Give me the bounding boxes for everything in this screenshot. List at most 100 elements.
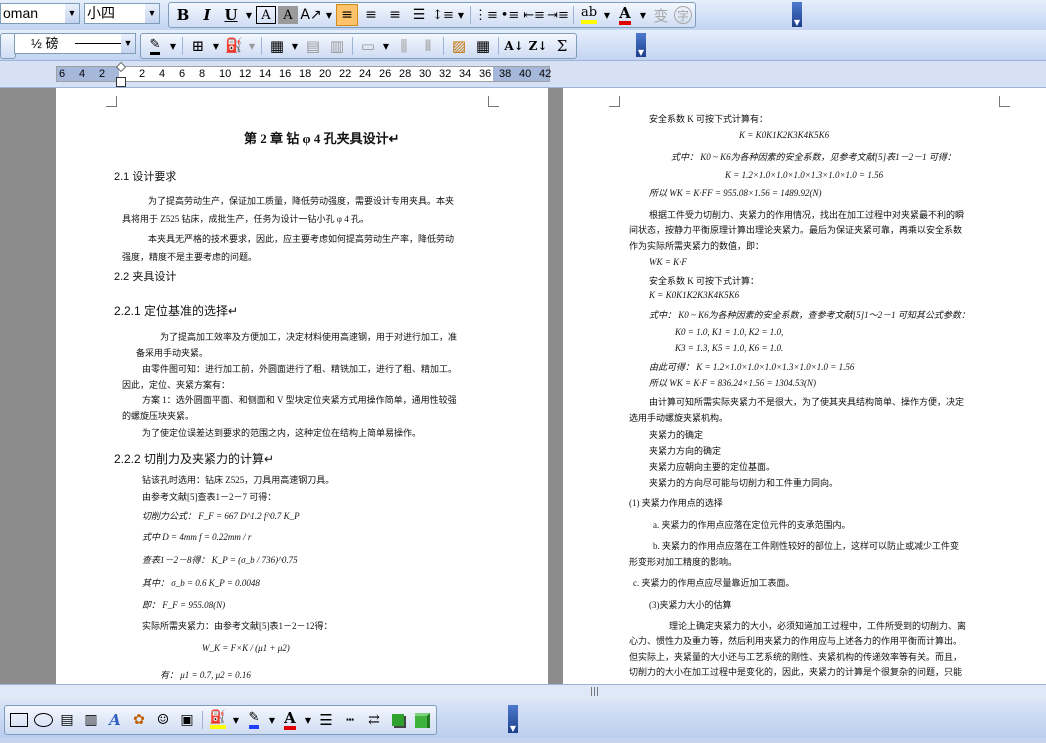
shading-color-button[interactable]: ⛽: [223, 35, 245, 57]
distribute-rows-icon: ⫼: [400, 37, 408, 55]
ruler-tick-label: 28: [399, 68, 412, 80]
chevron-down-icon[interactable]: ▼: [290, 42, 300, 51]
paragraph-line: 夹紧力的方向尽可能与切削力和工件重力同向。: [649, 478, 839, 488]
decrease-indent-icon: ⇤≡: [523, 7, 545, 23]
italic-button[interactable]: I: [196, 4, 218, 26]
align-justify-icon: ≡: [341, 7, 353, 23]
diagram-button[interactable]: ✿: [128, 709, 150, 731]
table-properties-button[interactable]: ▦: [472, 35, 494, 57]
distribute-columns-button[interactable]: ⫴: [417, 35, 439, 57]
rectangle-button[interactable]: [8, 709, 30, 731]
phonetic-guide-button[interactable]: 变: [650, 4, 672, 26]
enclose-char-button[interactable]: 字: [674, 6, 692, 24]
formula-line: 即： F_F = 955.08(N): [142, 600, 226, 610]
table-autoformat-button[interactable]: ▨: [448, 35, 470, 57]
page-left[interactable]: 第 2 章 钻 φ 4 孔夹具设计↵ 2.1 设计要求 为了提高劳动生产，保证加…: [56, 88, 548, 684]
paint-bucket-icon: ⛽: [225, 38, 243, 54]
paragraph-line: 切削力的大小在加工过程中是变化的，因此，夹紧力的计算是个很复杂的问题，只能: [629, 667, 963, 677]
horizontal-scrollbar[interactable]: |||: [0, 684, 1046, 700]
textbox-icon: ▤: [60, 712, 74, 728]
draw-font-color-button[interactable]: A: [279, 709, 301, 731]
clipart-button[interactable]: ☺: [152, 709, 174, 731]
chevron-down-icon[interactable]: ▼: [211, 42, 221, 51]
oval-button[interactable]: [32, 709, 54, 731]
chevron-down-icon[interactable]: ▼: [244, 11, 254, 20]
scroll-grip-icon[interactable]: |||: [590, 687, 599, 697]
borders-button[interactable]: ⊞: [187, 35, 209, 57]
vertical-textbox-button[interactable]: ▥: [80, 709, 102, 731]
bullets-button[interactable]: •≡: [499, 4, 521, 26]
line-weight-combo[interactable]: ½ 磅 ▼: [14, 33, 136, 54]
font-color-button[interactable]: A: [614, 4, 636, 26]
font-size-combo[interactable]: 小四 ▼: [84, 3, 160, 24]
autosum-button[interactable]: Σ: [551, 35, 573, 57]
highlight-button[interactable]: ab: [578, 4, 600, 26]
increase-indent-button[interactable]: ⇥≡: [547, 4, 569, 26]
formula-line: 由此可得： K = 1.2×1.0×1.0×1.0×1.3×1.0×1.0 = …: [649, 362, 855, 372]
chevron-down-icon[interactable]: ▼: [231, 716, 241, 725]
separator: [470, 6, 471, 24]
line-spacing-button[interactable]: ↕≡: [432, 4, 454, 26]
shadow-button[interactable]: [387, 709, 409, 731]
fill-color-button[interactable]: ⛽: [207, 709, 229, 731]
insert-table-button[interactable]: ▦: [266, 35, 288, 57]
paragraph-line: 由计算可知所需实际夹紧力不是很大，为了使其夹具结构简单、操作方便，决定: [649, 397, 965, 407]
sort-ascending-button[interactable]: A↓: [503, 35, 525, 57]
dash-style-button[interactable]: ┅: [339, 709, 361, 731]
left-indent-icon[interactable]: [116, 77, 126, 87]
char-border-button[interactable]: A: [256, 6, 276, 24]
picture-button[interactable]: ▣: [176, 709, 198, 731]
chevron-down-icon[interactable]: ▼: [145, 4, 159, 23]
line-color-button[interactable]: ✎: [243, 709, 265, 731]
chevron-down-icon[interactable]: ▼: [324, 11, 334, 20]
align-center-button[interactable]: ≡: [360, 4, 382, 26]
3d-button[interactable]: [411, 709, 433, 731]
chevron-down-icon[interactable]: ▼: [456, 11, 466, 20]
chevron-down-icon[interactable]: ▼: [65, 4, 79, 23]
chevron-down-icon[interactable]: ▼: [121, 34, 135, 53]
cube-icon: [414, 712, 430, 728]
border-color-button[interactable]: ✎: [144, 35, 166, 57]
crop-mark: [609, 96, 620, 107]
sort-descending-button[interactable]: Z↓: [527, 35, 549, 57]
chevron-down-icon[interactable]: ▼: [267, 716, 277, 725]
font-name-combo[interactable]: oman ▼: [0, 3, 80, 24]
ruler-tick-label: 34: [459, 68, 472, 80]
toolbar-options-icon[interactable]: ▼: [508, 705, 518, 733]
distribute-rows-button[interactable]: ⫼: [393, 35, 415, 57]
separator: [182, 37, 183, 55]
page-right[interactable]: 安全系数 K 可按下式计算有： K = K0K1K2K3K4K5K6 式中： K…: [563, 88, 1046, 684]
chevron-down-icon[interactable]: ▼: [638, 11, 648, 20]
distribute-button[interactable]: ☰: [408, 4, 430, 26]
numbering-button[interactable]: ⋮≡: [474, 4, 498, 26]
paragraph-line: 本夹具无严格的技术要求，因此，应主要考虑如何提高劳动生产率，降低劳动: [148, 234, 455, 244]
paragraph-line: 夹紧力方向的确定: [649, 446, 722, 456]
cell-align-button[interactable]: ▭: [357, 35, 379, 57]
dash-style-icon: ┅: [346, 712, 354, 728]
toolbar-options-icon[interactable]: ▼: [636, 33, 646, 57]
chevron-down-icon[interactable]: ▼: [247, 42, 257, 51]
split-cells-button[interactable]: ▥: [326, 35, 348, 57]
textbox-button[interactable]: ▤: [56, 709, 78, 731]
horizontal-ruler[interactable]: 6 4 2 2 4 6 8 10 12 14 16 18 20 22 24 26 28 30 32 34 36 38 40 4…: [56, 66, 551, 82]
line-style-button[interactable]: ☰: [315, 709, 337, 731]
decrease-indent-button[interactable]: ⇤≡: [523, 4, 545, 26]
align-justify-button[interactable]: ≡: [336, 4, 358, 26]
paragraph-line: 由参考文献[5]查表1－2－7 可得：: [142, 492, 277, 502]
line-style-icon: ☰: [319, 711, 333, 729]
text-effect-button[interactable]: A↗: [300, 4, 322, 26]
formula-line: 查表1－2－8得： K_P = (σ_b / 736)^0.75: [142, 555, 298, 565]
bold-button[interactable]: B: [172, 4, 194, 26]
chevron-down-icon[interactable]: ▼: [168, 42, 178, 51]
align-right-button[interactable]: ≡: [384, 4, 406, 26]
chevron-down-icon[interactable]: ▼: [602, 11, 612, 20]
document-area[interactable]: 第 2 章 钻 φ 4 孔夹具设计↵ 2.1 设计要求 为了提高劳动生产，保证加…: [0, 88, 1046, 684]
chevron-down-icon[interactable]: ▼: [381, 42, 391, 51]
underline-button[interactable]: U: [220, 4, 242, 26]
chevron-down-icon[interactable]: ▼: [303, 716, 313, 725]
toolbar-options-icon[interactable]: ▼: [792, 2, 802, 27]
char-shading-button[interactable]: A: [278, 6, 298, 24]
arrow-style-button[interactable]: ⇄: [363, 709, 385, 731]
merge-cells-button[interactable]: ▤: [302, 35, 324, 57]
wordart-button[interactable]: A: [104, 709, 126, 731]
